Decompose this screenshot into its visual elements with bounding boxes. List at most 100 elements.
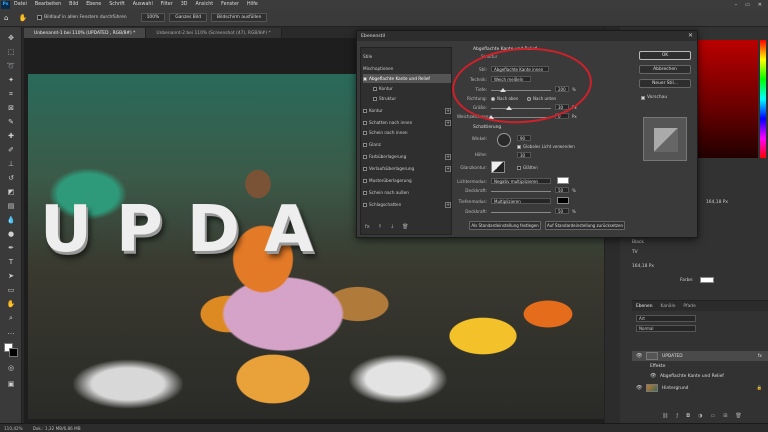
clone-stamp-tool-icon[interactable]: ⊥	[6, 159, 16, 169]
layer-updated[interactable]: 👁 UPDATED fx	[632, 351, 768, 361]
menu-3d[interactable]: 3D	[177, 2, 192, 7]
antialias-option[interactable]: Glätten	[517, 165, 538, 170]
new-style-button[interactable]: Neuer Stil...	[639, 79, 691, 88]
add-style-icon[interactable]: ƒ	[676, 413, 678, 419]
eyedropper-tool-icon[interactable]: ✎	[6, 117, 16, 127]
stroke-checkbox[interactable]	[363, 108, 367, 113]
layer-blend-mode-select[interactable]: Normal	[636, 325, 696, 332]
layer-bevel-effect-row[interactable]: 👁 Abgeflachte Kante und Relief	[632, 371, 768, 381]
style-item-satin[interactable]: Glanz	[363, 140, 451, 149]
scroll-all-checkbox[interactable]	[37, 15, 43, 20]
move-down-icon[interactable]: ↓	[390, 224, 394, 230]
adjustment-icon[interactable]: ◑	[698, 413, 702, 419]
eye-icon[interactable]: 👁	[636, 353, 642, 359]
highlight-opacity-slider[interactable]	[491, 191, 551, 192]
ok-button[interactable]: OK	[639, 51, 691, 60]
highlight-color-swatch[interactable]	[557, 177, 569, 184]
pattern-overlay-checkbox[interactable]	[363, 178, 367, 183]
marquee-tool-icon[interactable]: ⬚	[6, 47, 16, 57]
lasso-tool-icon[interactable]: ➰	[6, 61, 16, 71]
hue-slider[interactable]	[760, 40, 766, 158]
add-gradient-overlay-icon[interactable]: +	[445, 165, 451, 172]
tab-ebenen[interactable]: Ebenen	[636, 304, 653, 309]
delete-effect-icon[interactable]: 🗑	[402, 224, 408, 230]
angle-input[interactable]: 90	[517, 135, 531, 141]
close-window-icon[interactable]: ✕	[758, 2, 762, 8]
close-icon[interactable]: ✕	[688, 32, 693, 39]
antialias-checkbox[interactable]	[517, 165, 521, 170]
rectangle-tool-icon[interactable]: ▭	[6, 285, 16, 295]
bevel-checkbox[interactable]	[363, 76, 367, 81]
preview-checkbox[interactable]	[641, 95, 645, 100]
style-item-bevel[interactable]: Abgeflachte Kante und Relief	[363, 74, 451, 83]
mask-icon[interactable]: ◘	[686, 413, 690, 419]
style-item-drop-shadow[interactable]: Schlagschatten +	[363, 200, 451, 209]
tab-kanaele[interactable]: Kanäle	[661, 304, 676, 309]
set-default-button[interactable]: Als Standardeinstellung festlegen	[469, 221, 541, 230]
style-item-contour[interactable]: Kontur	[363, 84, 451, 93]
hand-tool-icon[interactable]: ✋	[18, 14, 27, 22]
reset-default-button[interactable]: Auf Standardeinstellung zurücksetzen	[545, 221, 625, 230]
frame-tool-icon[interactable]: ⊠	[6, 103, 16, 113]
altitude-input[interactable]: 30	[517, 152, 531, 158]
dialog-title[interactable]: Ebenenstil	[357, 31, 697, 41]
contour-checkbox[interactable]	[373, 86, 377, 91]
color-overlay-checkbox[interactable]	[363, 154, 367, 159]
drop-shadow-checkbox[interactable]	[363, 202, 367, 207]
zoom-level[interactable]: 110,42%	[4, 426, 23, 431]
shadow-opacity-input[interactable]: 50	[555, 208, 569, 214]
satin-checkbox[interactable]	[363, 142, 367, 147]
shadow-opacity-slider[interactable]	[491, 212, 551, 213]
fx-icon[interactable]: fx	[758, 354, 762, 359]
move-tool-icon[interactable]: ✥	[6, 33, 16, 43]
menu-fenster[interactable]: Fenster	[217, 2, 243, 7]
menu-datei[interactable]: Datei	[10, 2, 31, 7]
crop-tool-icon[interactable]: ⌗	[6, 89, 16, 99]
menu-auswahl[interactable]: Auswahl	[129, 2, 157, 7]
tab-unbenannt-2[interactable]: Unbenannt-2 bei 110% (Screenshot (47), R…	[146, 28, 282, 38]
blur-tool-icon[interactable]: 💧	[6, 215, 16, 225]
menu-hilfe[interactable]: Hilfe	[243, 2, 262, 7]
move-up-icon[interactable]: ↑	[378, 224, 382, 230]
layer-effects-row[interactable]: Effekte	[632, 361, 768, 371]
color-picker-field[interactable]	[698, 40, 758, 158]
menu-schrift[interactable]: Schrift	[105, 2, 129, 7]
home-icon[interactable]: ⌂	[4, 14, 8, 22]
healing-brush-tool-icon[interactable]: ✚	[6, 131, 16, 141]
shadow-mode-select[interactable]: Multiplizieren	[491, 198, 551, 204]
highlight-opacity-input[interactable]: 50	[555, 187, 569, 193]
menu-bild[interactable]: Bild	[65, 2, 82, 7]
style-item-gradient-overlay[interactable]: Verlaufsüberlagerung +	[363, 164, 451, 173]
quick-mask-icon[interactable]: ◎	[6, 363, 16, 373]
global-light-option[interactable]: Globales Licht verwenden	[517, 144, 575, 149]
screen-mode-icon[interactable]: ▣	[6, 379, 16, 389]
angle-dial[interactable]	[497, 133, 511, 147]
folder-icon[interactable]: ▭	[710, 413, 715, 419]
eye-icon[interactable]: 👁	[636, 385, 642, 391]
texture-checkbox[interactable]	[373, 96, 377, 101]
magic-wand-tool-icon[interactable]: ✦	[6, 75, 16, 85]
layer-filter-input[interactable]: Art	[636, 315, 696, 322]
inner-shadow-checkbox[interactable]	[363, 120, 367, 125]
gradient-overlay-checkbox[interactable]	[363, 166, 367, 171]
brush-tool-icon[interactable]: ✐	[6, 145, 16, 155]
menu-bearbeiten[interactable]: Bearbeiten	[31, 2, 65, 7]
fill-screen-button[interactable]: Bildschirm ausfüllen	[211, 13, 268, 22]
add-color-overlay-icon[interactable]: +	[445, 153, 451, 160]
path-selection-tool-icon[interactable]: ➤	[6, 271, 16, 281]
style-item-blending[interactable]: Mischoptionen	[363, 64, 451, 73]
global-light-checkbox[interactable]	[517, 144, 521, 149]
cancel-button[interactable]: Abbrechen	[639, 65, 691, 74]
background-color-swatch[interactable]	[9, 348, 18, 357]
menu-ebene[interactable]: Ebene	[82, 2, 105, 7]
dodge-tool-icon[interactable]: ●	[6, 229, 16, 239]
menu-filter[interactable]: Filter	[157, 2, 177, 7]
gradient-tool-icon[interactable]: ▤	[6, 201, 16, 211]
maximize-icon[interactable]: ▭	[745, 2, 750, 8]
minimize-icon[interactable]: –	[735, 2, 738, 8]
eraser-tool-icon[interactable]: ◩	[6, 187, 16, 197]
photoshop-logo-icon[interactable]: Ps	[1, 0, 10, 9]
add-stroke-icon[interactable]: +	[445, 107, 451, 114]
more-tools-icon[interactable]: …	[6, 327, 16, 337]
type-tool-icon[interactable]: T	[6, 257, 16, 267]
